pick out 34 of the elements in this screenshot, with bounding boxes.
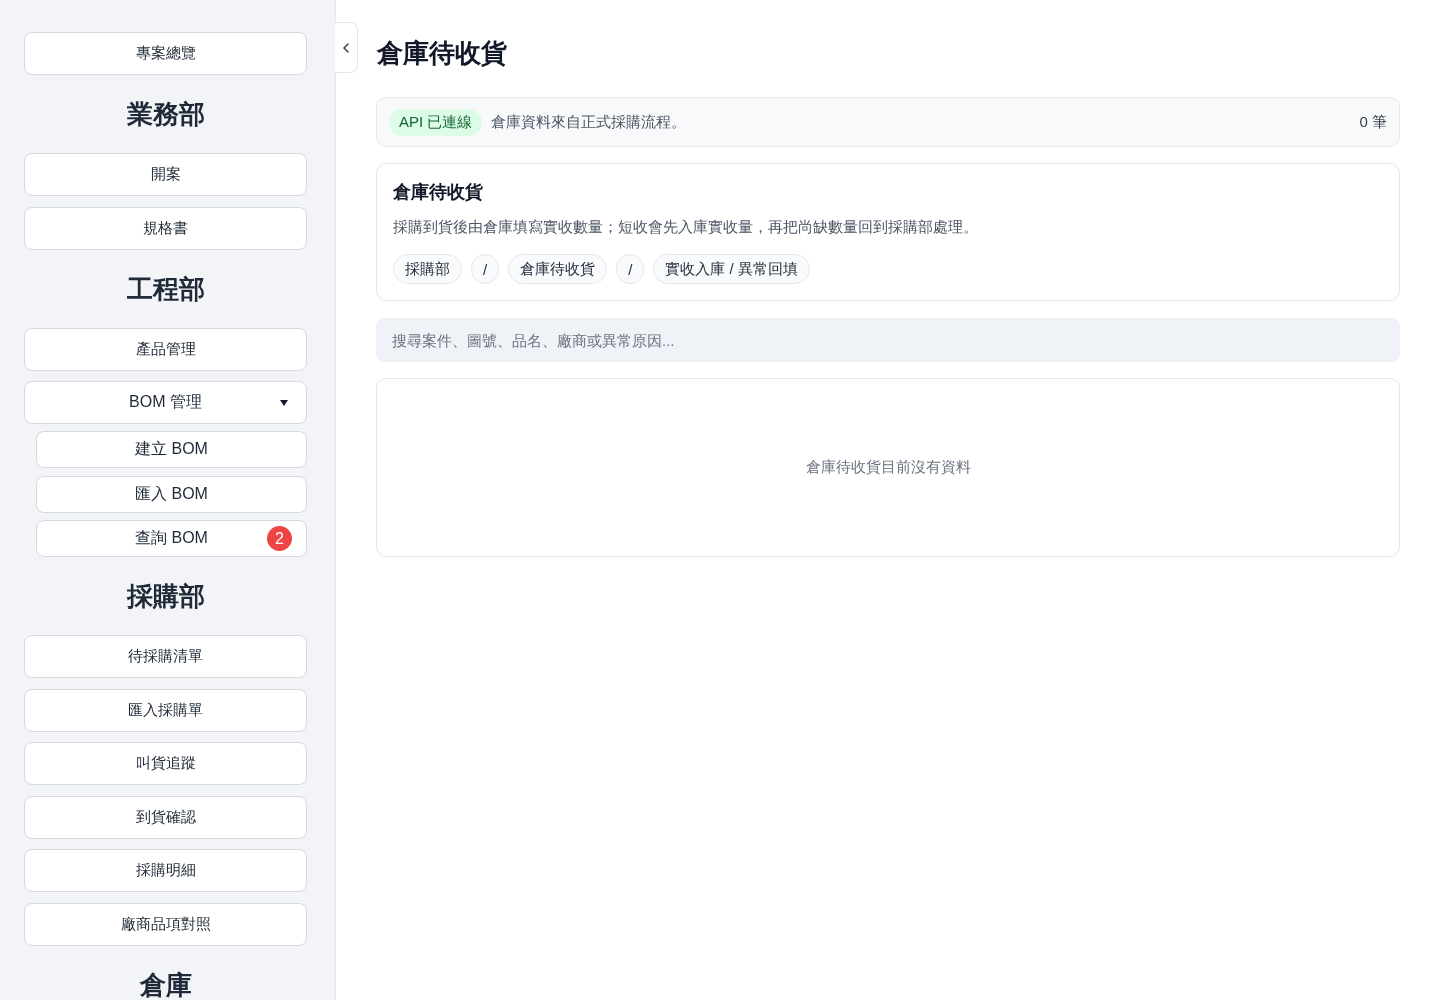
chevron-left-icon (343, 42, 349, 53)
nav-subitem-button[interactable]: 建立 BOM (36, 431, 307, 468)
nav-subitem-button[interactable]: 匯入 BOM (36, 475, 307, 513)
breadcrumb-chip: / (616, 254, 645, 284)
breadcrumb-chip: / (471, 254, 500, 284)
section-heading: 採購部 (125, 580, 206, 613)
nav-button[interactable]: 匯入採購單 (24, 688, 307, 732)
nav-button[interactable]: 產品管理 (24, 327, 307, 371)
section-heading: 工程部 (125, 272, 206, 306)
nav-button[interactable]: 採購明細 (24, 849, 307, 892)
breadcrumb-chip: 採購部 (393, 254, 462, 284)
section-heading: 業務部 (125, 98, 206, 131)
nav-button[interactable]: 待採購清單 (24, 635, 307, 678)
nav-group-button[interactable]: BOM 管理 (24, 381, 307, 424)
search-field[interactable]: 搜尋案件、圖號、品名、廠商或異常原因... (376, 318, 1400, 362)
empty-state-message: 倉庫待收貨目前沒有資料 (805, 458, 971, 477)
breadcrumb-chip: 倉庫待收貨 (508, 254, 608, 284)
page-title: 倉庫待收貨 (377, 37, 508, 70)
connection-status-pill: API 已連線 (389, 108, 483, 136)
nav-button[interactable]: 規格書 (24, 206, 307, 250)
nav-button[interactable]: 開案 (24, 153, 307, 196)
card-description: 採購到貨後由倉庫填寫實收數量；短收會先入庫實收量，再把尚缺數量回到採購部處理。 (393, 217, 979, 237)
nav-button[interactable]: 專案總覽 (24, 32, 307, 75)
nav-button[interactable]: 到貨確認 (24, 795, 307, 839)
card-title: 倉庫待收貨 (393, 181, 484, 204)
breadcrumb-chip: 實收入庫 / 異常回填 (653, 254, 810, 284)
record-count: 0 筆 (1359, 112, 1387, 132)
nav-subitem-button[interactable]: 查詢 BOM 2 (36, 520, 307, 557)
status-message: 倉庫資料來自正式採購流程。 (491, 112, 688, 132)
nav-button[interactable]: 叫貨追蹤 (24, 742, 307, 785)
collapse-sidebar-button[interactable] (335, 22, 358, 73)
section-heading: 倉庫 (138, 968, 193, 1000)
notification-count: 2 (267, 526, 292, 551)
nav-button[interactable]: 廠商品項對照 (24, 902, 307, 946)
